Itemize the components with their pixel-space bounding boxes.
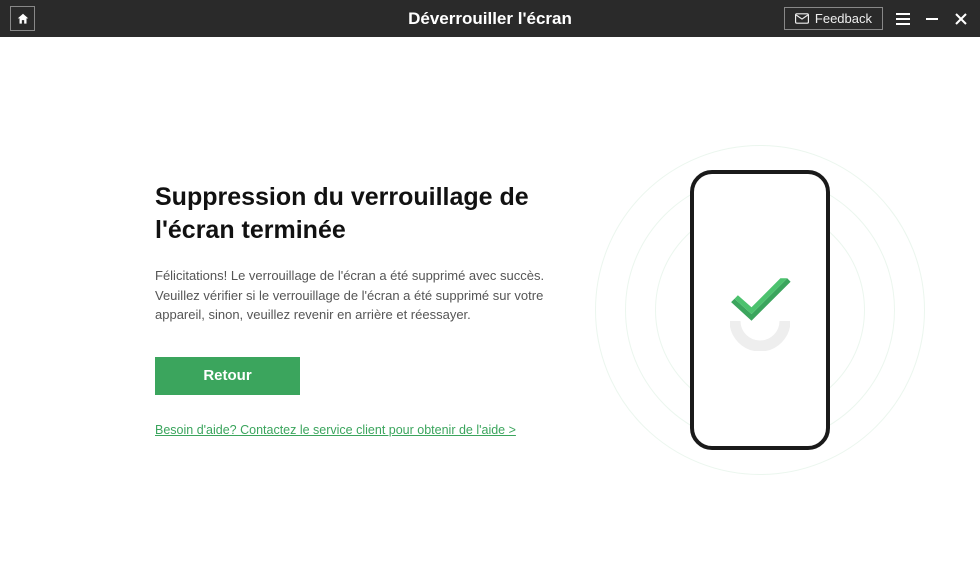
success-description: Félicitations! Le verrouillage de l'écra…: [155, 266, 550, 325]
home-icon: [16, 12, 30, 26]
titlebar-controls: Feedback: [784, 7, 970, 30]
feedback-button[interactable]: Feedback: [784, 7, 883, 30]
minimize-icon: [925, 12, 939, 26]
titlebar: Déverrouiller l'écran Feedback: [0, 0, 980, 37]
menu-icon: [895, 12, 911, 26]
mail-icon: [795, 13, 809, 24]
check-icon: [726, 269, 794, 325]
close-icon: [954, 12, 968, 26]
phone-screen: [726, 269, 794, 351]
phone-illustration: [690, 170, 830, 450]
success-heading: Suppression du verrouillage de l'écran t…: [155, 181, 535, 249]
menu-button[interactable]: [894, 10, 912, 28]
close-button[interactable]: [952, 10, 970, 28]
main-content: Suppression du verrouillage de l'écran t…: [0, 37, 980, 582]
arc-icon: [730, 319, 790, 351]
help-link[interactable]: Besoin d'aide? Contactez le service clie…: [155, 423, 516, 437]
left-panel: Suppression du verrouillage de l'écran t…: [40, 181, 580, 439]
back-button[interactable]: Retour: [155, 357, 300, 395]
illustration-panel: [580, 170, 940, 450]
home-button[interactable]: [10, 6, 35, 31]
minimize-button[interactable]: [923, 10, 941, 28]
feedback-label: Feedback: [815, 11, 872, 26]
